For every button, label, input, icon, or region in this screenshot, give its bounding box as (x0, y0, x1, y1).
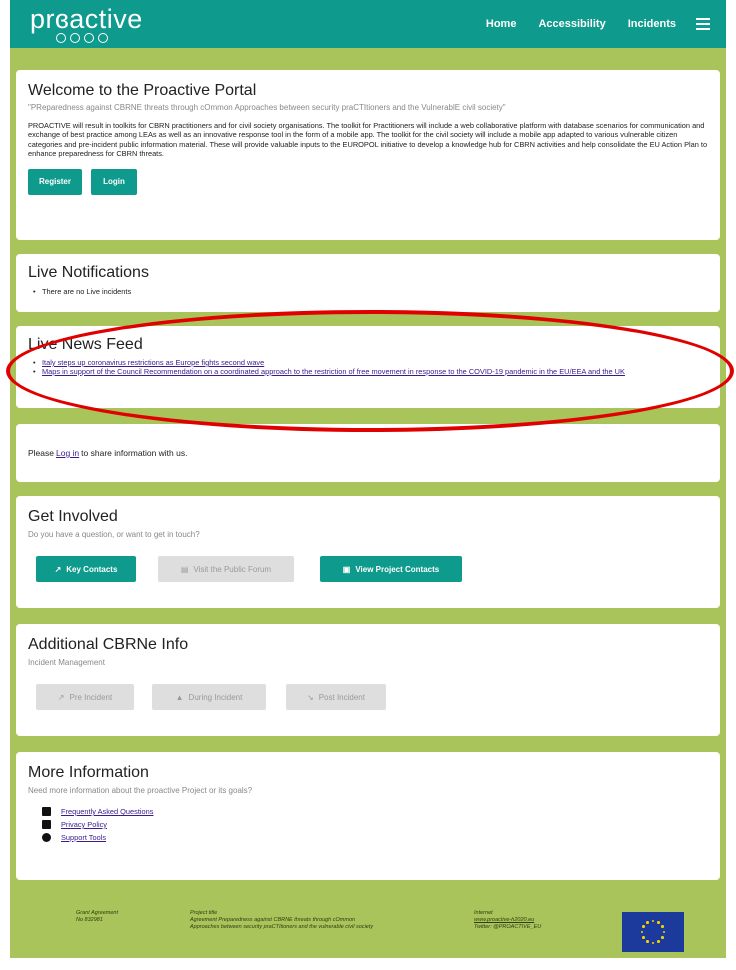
footer-project: Project title Agreement Preparedness aga… (190, 910, 374, 930)
involved-title: Get Involved (28, 508, 118, 525)
news-title: Live News Feed (28, 336, 143, 353)
more-subtitle: Need more information about the proactiv… (28, 786, 253, 795)
globe-icon (42, 833, 51, 842)
nav-incidents[interactable]: Incidents (628, 18, 676, 30)
login-button[interactable]: Login (91, 168, 137, 195)
additional-cbrne-card: Additional CBRNe Info Incident Managemen… (16, 624, 720, 736)
welcome-title: Welcome to the Proactive Portal (28, 82, 257, 99)
more-information-card: More Information Need more information a… (16, 752, 720, 880)
share-text-suffix: to share information with us. (81, 448, 188, 458)
logo-icons (56, 33, 108, 43)
welcome-tagline: "PReparedness against CBRNE threats thro… (28, 103, 506, 112)
nav-home[interactable]: Home (486, 18, 517, 30)
key-contacts-button[interactable]: ↗ Key Contacts (36, 556, 136, 582)
eu-star (642, 936, 645, 939)
eu-star (662, 930, 666, 934)
eu-star (661, 936, 664, 939)
live-notifications-card: Live Notifications There are no Live inc… (16, 254, 720, 312)
welcome-card: Welcome to the Proactive Portal "PRepare… (16, 70, 720, 240)
cbrne-subtitle: Incident Management (28, 658, 105, 667)
news-item[interactable]: Italy steps up coronavirus restrictions … (42, 358, 264, 367)
eu-star (661, 925, 664, 928)
news-item[interactable]: Maps in support of the Council Recommend… (42, 367, 625, 376)
more-title: More Information (28, 764, 149, 781)
during-incident-button[interactable]: ▲ During Incident (152, 684, 266, 710)
eu-star (642, 925, 645, 928)
post-incident-button[interactable]: ↘ Post Incident (286, 684, 386, 710)
involved-subtitle: Do you have a question, or want to get i… (28, 530, 200, 539)
nav-accessibility[interactable]: Accessibility (538, 18, 605, 30)
eu-star (640, 930, 644, 934)
footer-grant: Grant Agreement No 832981 (76, 910, 118, 923)
eu-star (657, 940, 660, 943)
notifications-title: Live Notifications (28, 264, 149, 281)
register-button[interactable]: Register (28, 168, 82, 195)
trend-up-icon: ↗ (57, 692, 65, 702)
eu-star (651, 919, 655, 923)
warning-icon: ▲ (175, 692, 184, 702)
eu-star (657, 921, 660, 924)
question-icon (42, 807, 51, 816)
support-tools-link[interactable]: Support Tools (61, 833, 106, 842)
cbrne-title: Additional CBRNe Info (28, 636, 189, 653)
shield-icon (42, 820, 51, 829)
footer-twitter[interactable]: Twitter: @PROACTIVE_EU (474, 924, 541, 931)
trend-icon: ↗ (54, 564, 62, 574)
privacy-policy-link[interactable]: Privacy Policy (61, 820, 107, 829)
eu-star (651, 941, 655, 945)
footer-website-link[interactable]: www.proactive-h2020.eu (474, 917, 541, 924)
top-navbar: prɞactive Home Accessibility Incidents (10, 0, 726, 48)
share-card: Please Log in to share information with … (16, 424, 720, 482)
main-nav: Home Accessibility Incidents (464, 0, 710, 48)
trend-down-icon: ↘ (307, 692, 314, 702)
notification-item: There are no Live incidents (28, 287, 708, 296)
welcome-body: PROACTIVE will result in toolkits for CB… (28, 121, 708, 159)
share-login-link[interactable]: Log in (56, 448, 79, 458)
eu-flag-icon (622, 912, 684, 952)
contacts-icon: ▣ (342, 564, 351, 574)
public-forum-button[interactable]: ▤ Visit the Public Forum (158, 556, 294, 582)
get-involved-card: Get Involved Do you have a question, or … (16, 496, 720, 608)
eu-star (646, 921, 649, 924)
footer-internet: Internet www.proactive-h2020.eu Twitter:… (474, 910, 542, 931)
view-project-contacts-button[interactable]: ▣ View Project Contacts (320, 556, 462, 582)
footer: Grant Agreement No 832981 Project title … (10, 890, 726, 958)
eu-star (646, 940, 649, 943)
live-news-feed-card: Live News Feed Italy steps up coronaviru… (16, 326, 720, 408)
menu-icon[interactable] (696, 18, 710, 30)
proactive-logo[interactable]: prɞactive (30, 4, 143, 35)
pre-incident-button[interactable]: ↗ Pre Incident (36, 684, 134, 710)
forum-icon: ▤ (180, 564, 189, 574)
share-text-prefix: Please (28, 448, 54, 458)
faq-link[interactable]: Frequently Asked Questions (61, 807, 153, 816)
